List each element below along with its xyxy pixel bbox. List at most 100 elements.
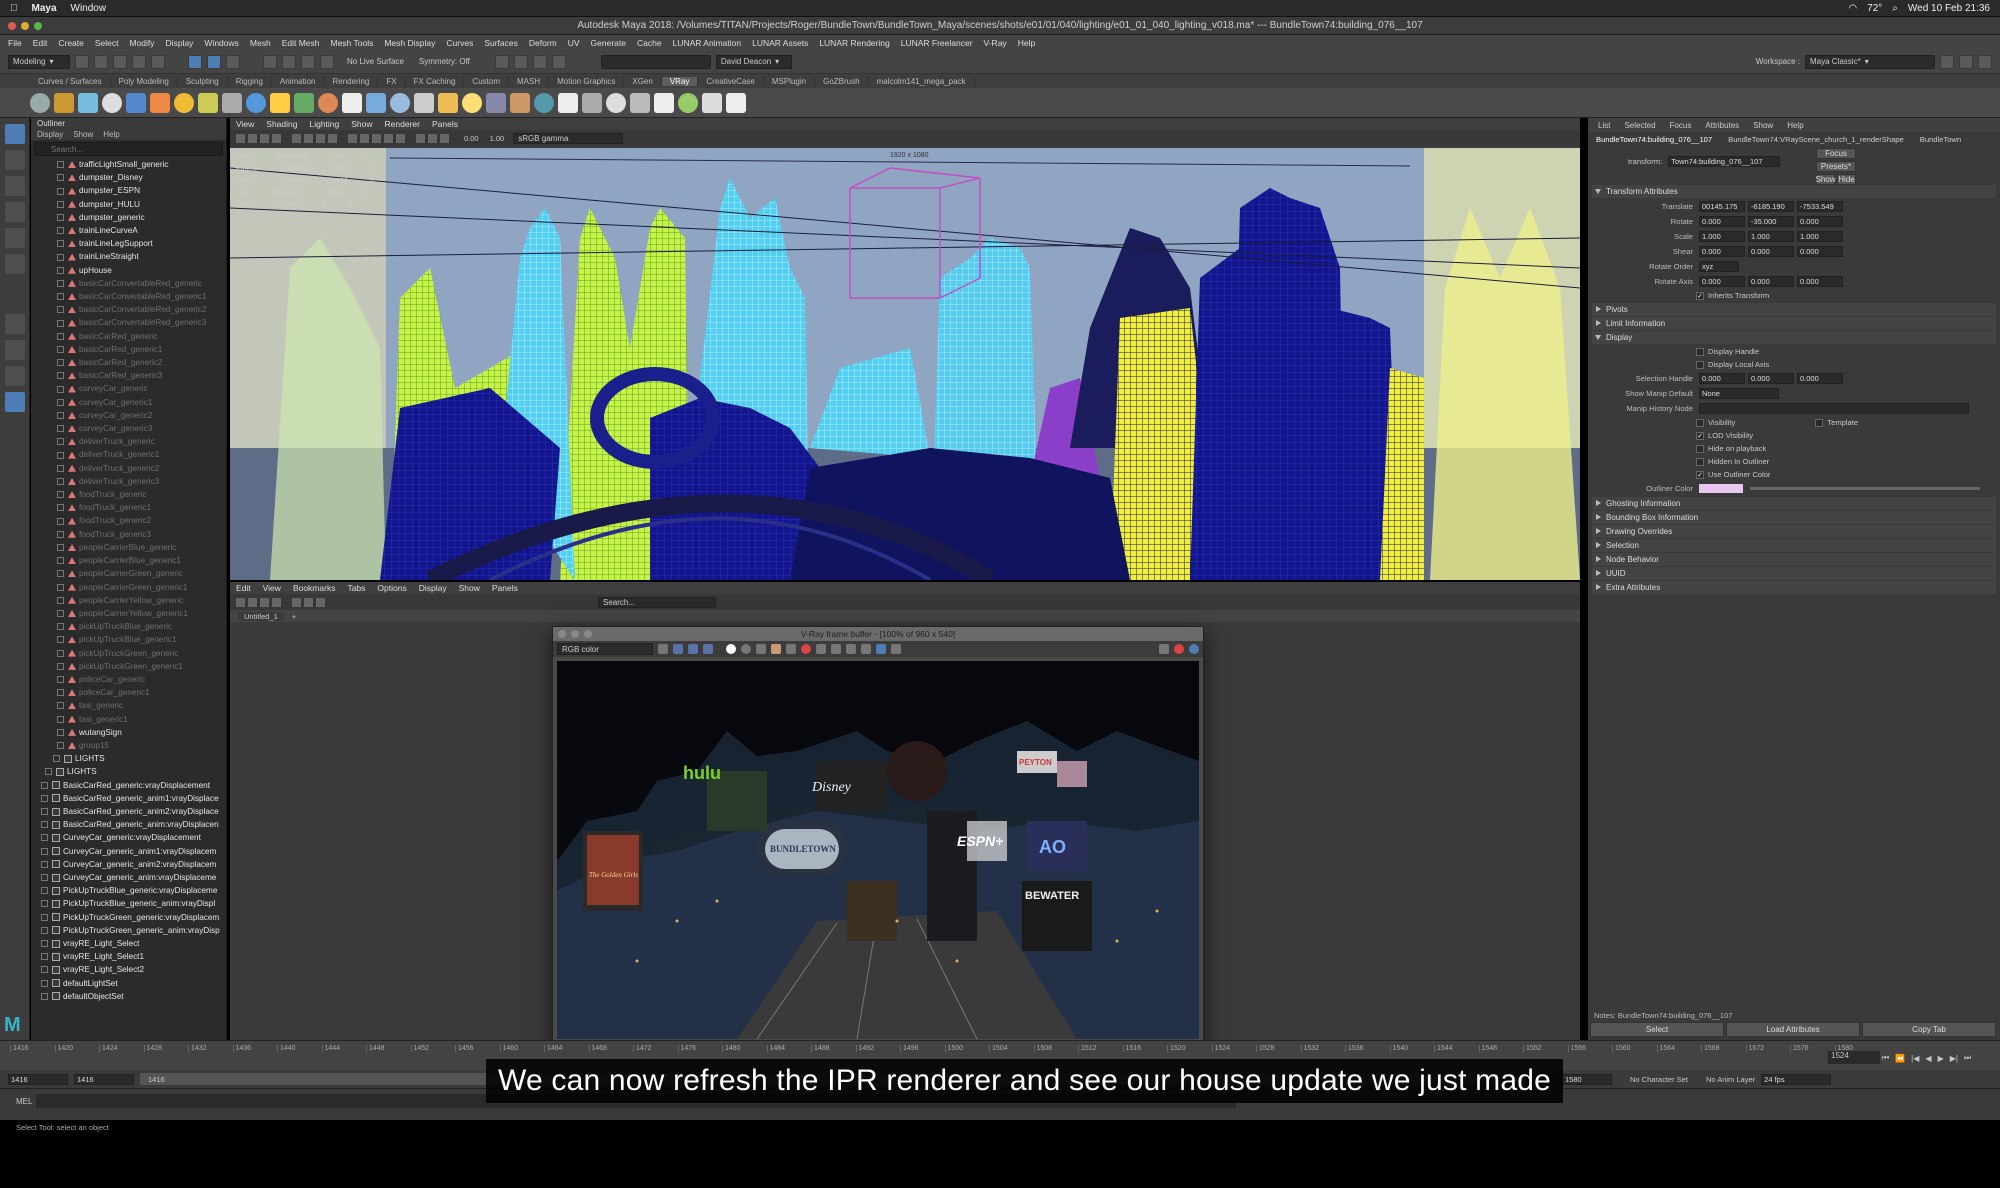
menu-modify[interactable]: Modify [130,38,155,48]
shelf-tool-icon[interactable] [126,92,146,113]
copy-tab-button[interactable]: Copy Tab [1862,1022,1996,1037]
menu-mesh-display[interactable]: Mesh Display [384,38,435,48]
expand-icon[interactable] [57,411,64,419]
outliner-item[interactable]: trainLineLegSupport [31,237,226,250]
hypershade-menu-display[interactable]: Display [419,583,447,593]
menu-v-ray[interactable]: V-Ray [984,38,1007,48]
expand-icon[interactable] [41,940,48,948]
outliner-item[interactable]: deliverTruck_generic3 [31,475,226,488]
expand-icon[interactable] [57,596,64,604]
section-drawing-overrides[interactable]: Drawing Overrides [1592,525,1996,538]
outliner-item[interactable]: trainLineStraight [31,250,226,263]
shelf-tool-icon[interactable] [606,92,626,113]
shelf-tab-gozbrush[interactable]: GoZBrush [815,76,869,86]
menu-display[interactable]: Display [166,38,194,48]
shear-x[interactable]: 0.000 [1699,246,1745,257]
output-icon[interactable] [272,597,281,607]
zoom-button[interactable] [34,22,42,30]
expand-icon[interactable] [57,557,64,565]
fps-dropdown[interactable]: 24 fps [1761,1073,1832,1085]
outliner-item[interactable]: vrayRE_Light_Select1 [31,950,226,963]
expand-icon[interactable] [57,477,64,485]
shelf-tab-vray[interactable]: VRay [661,76,699,86]
new-scene-icon[interactable] [75,54,89,69]
menu-file[interactable]: File [8,38,22,48]
outliner-item[interactable]: dumpster_ESPN [31,184,226,197]
outliner-item[interactable]: basicCarRed_generic3 [31,369,226,382]
menu-deform[interactable]: Deform [529,38,557,48]
expand-icon[interactable] [57,253,64,261]
shelf-tab-custom[interactable]: Custom [464,76,509,86]
menu-create[interactable]: Create [58,38,84,48]
key-forward-icon[interactable]: ▶| [1950,1054,1958,1063]
checkbox-display-local-axis[interactable]: Display Local Axis [1588,358,2000,371]
outliner-item[interactable]: CurveyCar_generic:vrayDisplacement [31,831,226,844]
select-button[interactable]: Select [1590,1022,1724,1037]
expand-icon[interactable] [57,306,64,314]
shelf-tool-icon[interactable] [366,92,386,113]
outliner-item[interactable]: peopleCarrierBlue_generic [31,541,226,554]
shelf-tab-msplugin[interactable]: MSPlugin [764,76,816,86]
vfb-zoom-button[interactable] [584,630,592,638]
expand-icon[interactable] [57,293,64,301]
menu-generate[interactable]: Generate [591,38,626,48]
checkbox-hidden-in-outliner[interactable]: Hidden In Outliner [1588,455,2000,468]
expand-icon[interactable] [57,715,64,723]
outliner-item[interactable]: peopleCarrierYellow_generic1 [31,607,226,620]
expand-icon[interactable] [57,425,64,433]
blue-channel-icon[interactable] [703,644,713,654]
expand-icon[interactable] [41,900,48,908]
viewport-menu-shading[interactable]: Shading [266,119,297,129]
expand-icon[interactable] [41,992,48,1000]
outliner-item[interactable]: dumpster_Disney [31,171,226,184]
menu-uv[interactable]: UV [568,38,580,48]
shelf-tool-icon[interactable] [630,92,650,113]
command-field[interactable] [600,54,711,69]
outliner-item[interactable]: PickUpTruckBlue_generic_anim:vrayDispl [31,897,226,910]
shelf-tool-icon[interactable] [702,92,722,113]
expand-icon[interactable] [57,438,64,446]
scale-x[interactable]: 1.000 [1699,231,1745,242]
render-last-icon[interactable] [861,644,871,654]
render-view[interactable]: hulu Disney ESPN+ AO BEWATER PEYTON The … [557,661,1199,1039]
menu-lunar-rendering[interactable]: LUNAR Rendering [819,38,889,48]
hypershade-menu-show[interactable]: Show [459,583,480,593]
wireframe-icon[interactable] [348,133,357,143]
outliner-item[interactable]: group15 [31,739,226,752]
section-bounding-box-information[interactable]: Bounding Box Information [1592,511,1996,524]
outliner-item[interactable]: foodTruck_generic1 [31,501,226,514]
outliner-item[interactable]: policeCar_generic1 [31,686,226,699]
shelf-tool-icon[interactable] [198,92,218,113]
shelf-tab-animation[interactable]: Animation [272,76,325,86]
expand-icon[interactable] [41,887,48,895]
outliner-item[interactable]: vrayRE_Light_Select [31,937,226,950]
expand-icon[interactable] [57,491,64,499]
outliner-item[interactable]: pickUpTruckBlue_generic [31,620,226,633]
paint-select-icon[interactable] [5,176,25,196]
expand-icon[interactable] [57,662,64,670]
load-icon[interactable] [756,644,766,654]
redo-icon[interactable] [151,54,165,69]
shelf-tool-icon[interactable] [174,92,194,113]
outliner-item[interactable]: PickUpTruckGreen_generic_anim:vrayDisp [31,924,226,937]
checkbox-visibility[interactable]: Visibility Template [1588,416,2000,429]
menu-lunar-freelancer[interactable]: LUNAR Freelancer [901,38,973,48]
expand-icon[interactable] [57,570,64,578]
refresh-icon[interactable] [248,597,257,607]
expand-icon[interactable] [41,926,48,934]
ipr-icon-2[interactable] [1189,644,1199,654]
bookmark-icon[interactable] [260,133,269,143]
shelf-tool-icon[interactable] [726,92,746,113]
add-tab-icon[interactable]: + [292,612,296,621]
expand-icon[interactable] [41,847,48,855]
image-plane-icon[interactable] [272,133,281,143]
expand-icon[interactable] [57,187,64,195]
teapot-icon[interactable] [1159,644,1169,654]
workspace-dropdown[interactable]: Maya Classic* ▾ [1805,54,1935,69]
stop-ipr-icon[interactable] [1174,644,1184,654]
side-by-side-icon[interactable] [5,366,25,386]
rotate-axis-y[interactable]: 0.000 [1748,276,1794,287]
outliner-item[interactable]: taxi_generic1 [31,713,226,726]
history-icon[interactable] [891,644,901,654]
menu-windows[interactable]: Windows [204,38,238,48]
